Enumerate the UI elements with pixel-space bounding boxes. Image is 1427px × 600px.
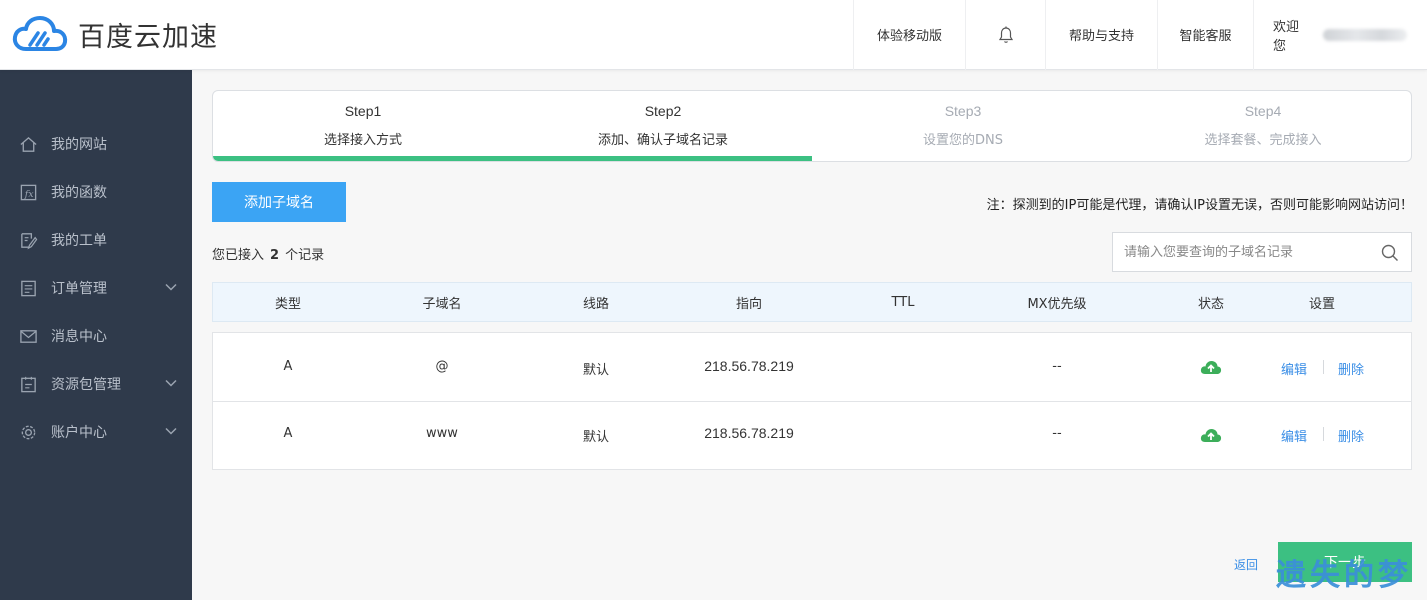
step-indicator: Step1 选择接入方式 Step2 添加、确认子域名记录 Step3 设置您的… — [212, 90, 1412, 162]
sidebar-item-my-tickets[interactable]: 我的工单 — [0, 216, 192, 264]
add-subdomain-button[interactable]: 添加子域名 — [212, 182, 346, 222]
logo-text: 百度云加速 — [78, 22, 218, 53]
blurred-username — [1323, 28, 1407, 41]
search-icon[interactable] — [1381, 244, 1399, 262]
svg-text:fx: fx — [23, 188, 34, 199]
record-count-suffix: 个记录 — [285, 248, 325, 263]
sidebar-item-packages[interactable]: 资源包管理 — [0, 360, 192, 408]
table-row: A @ 默认 218.56.78.219 -- 编辑 删除 — [212, 332, 1412, 402]
column-header-subdomain: 子域名 — [422, 296, 462, 312]
table-row: A www 默认 218.56.78.219 -- 编辑 删除 — [212, 402, 1412, 470]
step-3: Step3 设置您的DNS — [813, 91, 1113, 161]
cell-mx: -- — [1052, 426, 1062, 441]
chevron-down-icon — [165, 379, 177, 387]
column-header-target: 指向 — [735, 296, 763, 312]
sidebar-item-label: 我的函数 — [51, 185, 107, 201]
package-icon — [18, 374, 38, 394]
bell-icon — [998, 26, 1013, 43]
cloud-upload-icon[interactable] — [1200, 425, 1222, 445]
home-icon — [18, 134, 38, 154]
sidebar-item-label: 资源包管理 — [51, 377, 121, 393]
record-count-prefix: 您已接入 — [212, 248, 265, 263]
sidebar: 我的网站 fx 我的函数 我的工单 订单管理 消息中心 资源包管理 账户中心 — [0, 70, 192, 600]
sidebar-item-my-sites[interactable]: 我的网站 — [0, 120, 192, 168]
sidebar-item-my-functions[interactable]: fx 我的函数 — [0, 168, 192, 216]
delete-link[interactable]: 删除 — [1338, 426, 1364, 445]
cloud-logo-icon — [12, 15, 68, 51]
sidebar-item-orders[interactable]: 订单管理 — [0, 264, 192, 312]
step-label: 选择接入方式 — [323, 133, 402, 148]
mail-icon — [18, 326, 38, 346]
top-header: 百度云加速 体验移动版 帮助与支持 智能客服 欢迎您 — [0, 0, 1427, 70]
subdomain-search — [1112, 232, 1412, 272]
record-count: 您已接入 2 个记录 — [212, 244, 324, 263]
main-content: Step1 选择接入方式 Step2 添加、确认子域名记录 Step3 设置您的… — [192, 70, 1427, 600]
action-divider — [1323, 427, 1324, 441]
step-title: Step3 — [944, 103, 982, 119]
column-header-mx-priority: MX优先级 — [1027, 296, 1087, 312]
function-icon: fx — [18, 182, 38, 202]
column-header-line: 线路 — [582, 296, 610, 312]
proxy-ip-notice: 注：探测到的IP可能是代理，请确认IP设置无误，否则可能影响网站访问！ — [986, 198, 1413, 213]
edit-link[interactable]: 编辑 — [1281, 426, 1307, 445]
welcome-text: 欢迎您 — [1273, 19, 1300, 54]
smart-service-link[interactable]: 智能客服 — [1157, 0, 1253, 70]
action-divider — [1323, 360, 1324, 374]
user-menu[interactable]: 欢迎您 — [1253, 0, 1427, 70]
column-header-type: 类型 — [274, 296, 302, 312]
cell-subdomain: www — [426, 426, 458, 441]
step-4: Step4 选择套餐、完成接入 — [1113, 91, 1411, 161]
notification-button[interactable] — [965, 0, 1045, 70]
column-header-settings: 设置 — [1308, 296, 1336, 312]
sidebar-item-label: 消息中心 — [51, 329, 107, 345]
gear-icon — [18, 422, 38, 442]
chevron-down-icon — [165, 427, 177, 435]
order-icon — [18, 278, 38, 298]
edit-link[interactable]: 编辑 — [1281, 359, 1307, 378]
cell-type: A — [283, 426, 293, 441]
cell-line: 默认 — [582, 430, 610, 445]
sidebar-item-messages[interactable]: 消息中心 — [0, 312, 192, 360]
help-support-link[interactable]: 帮助与支持 — [1045, 0, 1157, 70]
step-label: 设置您的DNS — [923, 133, 1003, 148]
step-title: Step2 — [644, 103, 682, 119]
cell-mx: -- — [1052, 359, 1062, 374]
column-header-status: 状态 — [1197, 296, 1225, 312]
cell-subdomain: @ — [435, 359, 449, 374]
sidebar-item-account[interactable]: 账户中心 — [0, 408, 192, 456]
cell-target: 218.56.78.219 — [704, 358, 794, 374]
delete-link[interactable]: 删除 — [1338, 359, 1364, 378]
logo[interactable]: 百度云加速 — [0, 15, 340, 55]
subdomain-search-input[interactable] — [1124, 244, 1374, 260]
step-label: 选择套餐、完成接入 — [1204, 133, 1322, 148]
sidebar-item-label: 订单管理 — [51, 281, 107, 297]
step-label: 添加、确认子域名记录 — [597, 133, 728, 148]
ticket-icon — [18, 230, 38, 250]
record-count-value: 2 — [270, 248, 280, 263]
cell-target: 218.56.78.219 — [704, 425, 794, 441]
step-1: Step1 选择接入方式 — [213, 91, 513, 161]
step-title: Step1 — [344, 103, 382, 119]
step-title: Step4 — [1244, 103, 1282, 119]
chevron-down-icon — [165, 283, 177, 291]
sidebar-item-label: 账户中心 — [51, 425, 107, 441]
sidebar-item-label: 我的工单 — [51, 233, 107, 249]
records-table-header: 类型 子域名 线路 指向 TTL MX优先级 状态 设置 — [212, 282, 1412, 322]
step-2: Step2 添加、确认子域名记录 — [513, 91, 813, 161]
step-progress-bar — [213, 156, 812, 161]
back-link[interactable]: 返回 — [1234, 556, 1258, 573]
next-step-button[interactable]: 下一步 — [1278, 542, 1412, 582]
cell-line: 默认 — [582, 363, 610, 378]
cell-type: A — [283, 359, 293, 374]
mobile-version-link[interactable]: 体验移动版 — [853, 0, 965, 70]
column-header-ttl: TTL — [891, 294, 915, 310]
sidebar-item-label: 我的网站 — [51, 137, 107, 153]
cloud-upload-icon[interactable] — [1200, 357, 1222, 377]
